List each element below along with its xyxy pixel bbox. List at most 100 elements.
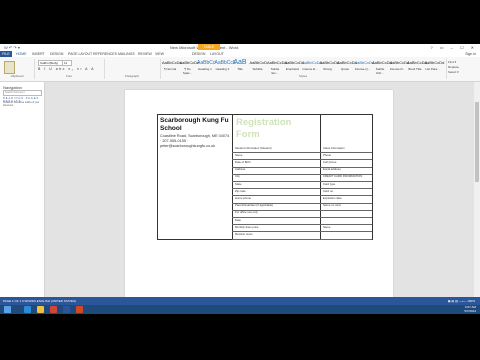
navigation-pane: Navigation Search document HEADINGS PAGE… <box>0 82 45 297</box>
window-buttons[interactable]: ? ▭ – ☐ ✕ <box>430 45 477 50</box>
navigation-hint: Create an interactive outline of your do… <box>3 102 40 107</box>
style-option[interactable]: AaB Title <box>232 59 248 72</box>
paragraph-group: Paragraph <box>104 59 161 79</box>
form-field-label[interactable]: Address <box>235 167 245 171</box>
form-field-label[interactable]: Name on card <box>323 203 341 207</box>
tab-table-layout[interactable]: LAYOUT <box>210 52 224 56</box>
start-button[interactable] <box>4 306 11 313</box>
form-field-label[interactable]: Parent/Guardian (If applicable) <box>235 203 273 207</box>
form-field-label[interactable]: Monthly dues price <box>235 225 258 229</box>
tab-mailings[interactable]: MAILINGS <box>118 52 135 56</box>
form-field-label[interactable]: Home phone <box>235 196 251 200</box>
status-text: PAGE 1 OF 1 0 WORDS ENGLISH (UNITED STAT… <box>3 299 77 303</box>
word-icon[interactable] <box>63 306 70 313</box>
style-option[interactable]: AaBbCc Heading 1 <box>197 59 216 72</box>
font-size-select[interactable]: 11 <box>62 60 72 66</box>
style-option[interactable]: AaBbCcDc ¶ No Spac... <box>180 59 200 75</box>
paste-icon[interactable] <box>4 61 15 74</box>
style-preview: AaBbCcDc <box>162 60 182 65</box>
style-preview: AaB <box>233 59 247 66</box>
form-field-label[interactable]: Expiration date <box>323 196 342 200</box>
tab-insert[interactable]: INSERT <box>32 52 45 56</box>
style-option[interactable]: AaBbCcD Subtitle <box>250 59 268 72</box>
column-divider <box>232 115 233 239</box>
style-option[interactable]: AaBbCcDd Subtle Em... <box>267 59 287 75</box>
tab-design[interactable]: DESIGN <box>50 52 63 56</box>
form-field-label[interactable]: State <box>235 182 242 186</box>
tab-view[interactable]: VIEW <box>155 52 164 56</box>
paragraph-group-label: Paragraph <box>124 74 139 78</box>
form-field-label[interactable]: Cell phone <box>323 160 336 164</box>
style-option[interactable]: AaBbCcE Heading 2 <box>215 59 237 72</box>
form-field-label[interactable]: Zip code <box>235 189 246 193</box>
form-field-label[interactable]: City <box>235 174 240 178</box>
form-field-label[interactable]: Card type <box>323 182 335 186</box>
select-button[interactable]: Select ▾ <box>448 70 459 75</box>
explorer-icon[interactable] <box>37 306 44 313</box>
row-divider <box>232 159 372 161</box>
style-option[interactable]: AaBbCcDd Strong <box>319 59 340 72</box>
form-field-label[interactable]: Class information <box>323 146 345 150</box>
style-option[interactable]: AaBbCcDd Subtle Ref... <box>372 59 392 75</box>
chrome-icon[interactable] <box>50 306 57 313</box>
ie-icon[interactable] <box>24 306 31 313</box>
style-label: Subtle Ref... <box>375 67 385 75</box>
style-option[interactable]: AaBbCcDd Intense E... <box>302 59 322 72</box>
style-preview: AaBbCcDd <box>319 60 340 65</box>
format-buttons[interactable]: B I U abc x₂ x² A A <box>38 67 95 71</box>
tab-references[interactable]: REFERENCES <box>93 52 117 56</box>
vertical-scrollbar[interactable] <box>474 82 480 297</box>
tab-home[interactable]: HOME <box>16 52 27 56</box>
tab-review[interactable]: REVIEW <box>138 52 152 56</box>
form-field-label[interactable]: Student information (Student) <box>235 146 272 150</box>
quick-access-toolbar[interactable]: W ↶ ↷ ▾ <box>4 45 20 50</box>
form-field-label[interactable]: Phone <box>323 153 331 157</box>
form-field-label[interactable]: CREDIT CARD INFORMATION <box>323 174 362 178</box>
style-label: Subtitle <box>252 67 263 71</box>
font-name-select[interactable]: Calibri (Body) <box>38 60 63 66</box>
form-field-label[interactable]: Date <box>235 218 241 222</box>
clipboard-label: Clipboard <box>10 74 24 78</box>
style-preview: AaBbCcDd <box>267 60 287 65</box>
tab-page-layout[interactable]: PAGE LAYOUT <box>68 52 92 56</box>
style-option[interactable]: AaBbCcDd Quote <box>337 59 357 72</box>
school-info: Scarborough Kung Fu School Coastline Roa… <box>160 117 230 148</box>
form-field-label[interactable]: Member since <box>235 232 253 236</box>
form-field-label[interactable]: Name <box>235 153 242 157</box>
tab-table-design[interactable]: DESIGN <box>192 52 205 56</box>
style-label: Title <box>237 67 243 71</box>
style-option[interactable]: AaBbCcDd List Para... <box>424 59 445 72</box>
form-field-label[interactable]: Name <box>323 225 330 229</box>
style-preview: AaBbCcDd <box>354 60 375 65</box>
style-option[interactable]: AaBbCcDd Book Title <box>407 59 427 72</box>
search-input[interactable]: Search document <box>3 90 42 96</box>
registration-table[interactable]: Scarborough Kung Fu School Coastline Roa… <box>157 114 373 240</box>
column-divider <box>320 115 321 239</box>
form-field-label[interactable]: Date of Birth <box>235 160 251 164</box>
style-option[interactable]: AaBbCcDd Intense Q... <box>354 59 375 72</box>
style-label: Intense Q... <box>354 67 371 71</box>
row-divider <box>232 166 372 168</box>
style-option[interactable]: AaBbCcDd Intense R... <box>390 59 410 72</box>
editing-group: Find ▾ Replace Select ▾ <box>448 60 459 75</box>
style-option[interactable]: AaBbCcDc ¶ Normal <box>162 59 182 72</box>
zoom-controls[interactable]: ▣ ▤ ▥ —+— 100% <box>448 299 475 303</box>
style-preview: AaBbCcDd <box>424 60 445 65</box>
form-field-label[interactable]: Card no. <box>323 189 334 193</box>
style-label: Intense E... <box>302 67 318 71</box>
row-divider <box>232 152 372 154</box>
scroll-thumb[interactable] <box>475 102 479 182</box>
form-field-label[interactable]: For office use only <box>235 210 258 214</box>
system-tray: 9:07 AM 5/7/2014 <box>464 305 476 313</box>
styles-group-label: Styles <box>298 74 308 78</box>
style-option[interactable]: AaBbCcDd Emphasis <box>285 59 305 72</box>
screen: W ↶ ↷ ▾ New Microsoft Word Document - Wo… <box>0 0 480 360</box>
powerpoint-icon[interactable] <box>76 306 83 313</box>
document-page[interactable]: Scarborough Kung Fu School Coastline Roa… <box>125 90 393 300</box>
row-divider <box>232 217 372 218</box>
form-field-label[interactable]: Email address <box>323 167 341 171</box>
style-preview: AaBbCcDd <box>302 60 322 65</box>
style-preview: AaBbCc <box>197 60 216 66</box>
sign-in-link[interactable]: Sign in <box>465 52 476 56</box>
style-preview: AaBbCcDd <box>372 60 392 65</box>
